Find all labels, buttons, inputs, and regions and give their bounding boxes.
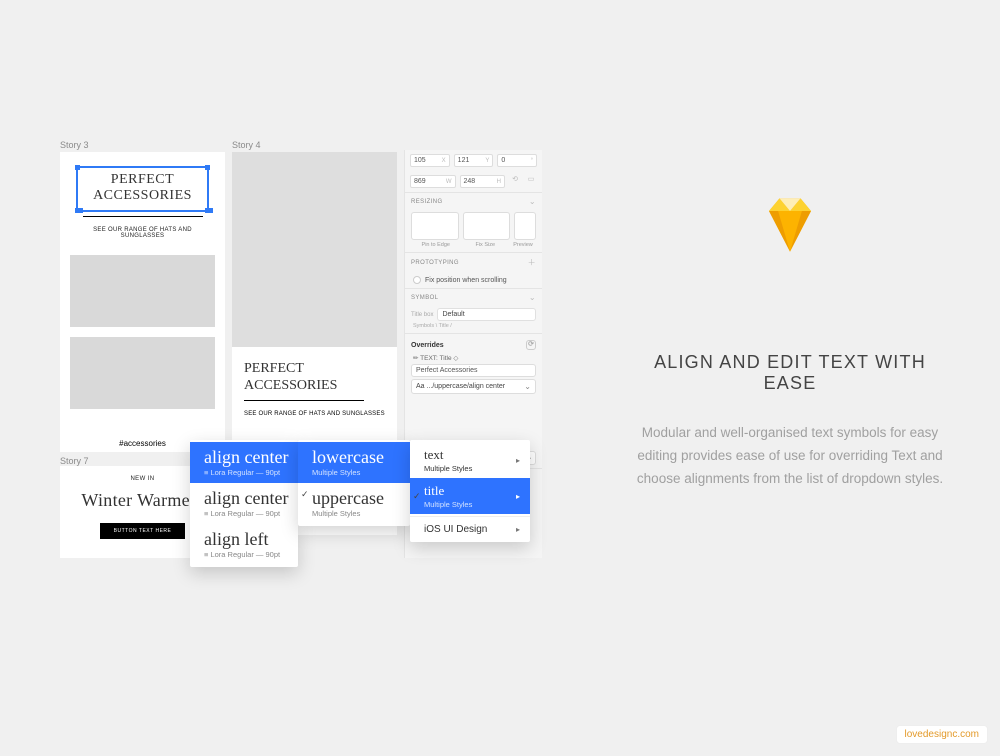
input-width[interactable]: 869W	[410, 175, 456, 188]
pin-to-edge-control[interactable]	[411, 212, 459, 240]
story3-title-line1: PERFECT	[78, 172, 207, 188]
symbol-dropdown[interactable]: Default	[437, 308, 536, 321]
style-menu[interactable]: textMultiple Styles▸titleMultiple Styles…	[410, 440, 530, 542]
input-height[interactable]: 248H	[460, 175, 506, 188]
chevron-down-icon: ⌄	[529, 197, 536, 206]
artboard-story-3[interactable]: PERFECT ACCESSORIES SEE OUR RANGE OF HAT…	[60, 152, 225, 452]
story4-subtitle: SEE OUR RANGE OF HATS AND SUNGLASSES	[232, 405, 397, 417]
story7-button[interactable]: BUTTON TEXT HERE	[100, 523, 186, 539]
override-style-dropdown[interactable]: Aa .../uppercase/align center⌄	[411, 379, 536, 394]
menu-item[interactable]: iOS UI Design▸	[410, 519, 530, 540]
label-pin: Pin to Edge	[411, 242, 461, 248]
label-fix: Fix Size	[461, 242, 511, 248]
section-resizing[interactable]: RESIZING⌄	[405, 192, 542, 210]
align-menu[interactable]: align center≡ Lora Regular — 90ptalign c…	[190, 440, 298, 567]
symbol-label: Title box	[411, 312, 433, 318]
input-y[interactable]: 121Y	[454, 154, 494, 167]
story3-title-line2: ACCESSORIES	[78, 188, 207, 204]
promo-title: ALIGN AND EDIT TEXT WITH EASE	[625, 352, 955, 394]
artboard-label-3: Story 3	[60, 140, 89, 150]
story3-subtitle: SEE OUR RANGE OF HATS AND SUNGLASSES	[78, 227, 207, 239]
radio-icon	[413, 276, 421, 284]
artboard-story-4[interactable]: PERFECT ACCESSORIES SEE OUR RANGE OF HAT…	[232, 152, 397, 452]
section-prototyping[interactable]: PROTOTYPING＋	[405, 252, 542, 272]
menu-item[interactable]: textMultiple Styles▸	[410, 442, 530, 478]
override-text-input[interactable]: Perfect Accessories	[411, 364, 536, 377]
sketch-diamond-icon	[755, 190, 825, 260]
resize-preview	[514, 212, 536, 240]
image-placeholder	[70, 337, 215, 409]
overrides-header: Overrides	[411, 342, 444, 349]
section-symbol[interactable]: SYMBOL⌄	[405, 288, 542, 306]
fix-scroll-checkbox[interactable]: Fix position when scrolling	[405, 272, 542, 288]
lock-aspect-icon[interactable]: ⟲	[509, 175, 521, 188]
image-placeholder	[232, 152, 397, 347]
fix-size-control[interactable]	[463, 212, 511, 240]
input-rotation[interactable]: 0°	[497, 154, 537, 167]
selection-box[interactable]: PERFECT ACCESSORIES	[76, 166, 209, 212]
story4-title-line1: PERFECT	[232, 347, 397, 378]
override-text-label: ✏ TEXT: Title ◇	[405, 353, 542, 363]
menu-item[interactable]: align center≡ Lora Regular — 90pt	[190, 483, 298, 524]
image-placeholder	[70, 255, 215, 327]
menu-item[interactable]: titleMultiple Styles▸	[410, 478, 530, 514]
symbol-path: Symbols \ Title /	[405, 323, 542, 333]
flip-icon[interactable]: ▭	[525, 175, 537, 188]
menu-item[interactable]: lowercaseMultiple Styles	[298, 442, 410, 483]
refresh-icon[interactable]: ⟳	[526, 340, 536, 350]
artboard-label-7: Story 7	[60, 456, 89, 466]
case-menu[interactable]: lowercaseMultiple StylesuppercaseMultipl…	[298, 440, 410, 526]
label-preview: Preview	[510, 242, 536, 248]
promo-column: ALIGN AND EDIT TEXT WITH EASE Modular an…	[625, 190, 955, 491]
story4-title-line2: ACCESSORIES	[232, 378, 397, 395]
watermark: lovedesignc.com	[896, 725, 988, 744]
artboard-label-4: Story 4	[232, 140, 261, 150]
plus-icon[interactable]: ＋	[528, 257, 536, 268]
input-x[interactable]: 105X	[410, 154, 450, 167]
menu-item[interactable]: align center≡ Lora Regular — 90pt	[190, 442, 298, 483]
menu-item[interactable]: align left≡ Lora Regular — 90pt	[190, 524, 298, 565]
promo-body: Modular and well-organised text symbols …	[625, 422, 955, 491]
chevron-down-icon: ⌄	[529, 293, 536, 302]
